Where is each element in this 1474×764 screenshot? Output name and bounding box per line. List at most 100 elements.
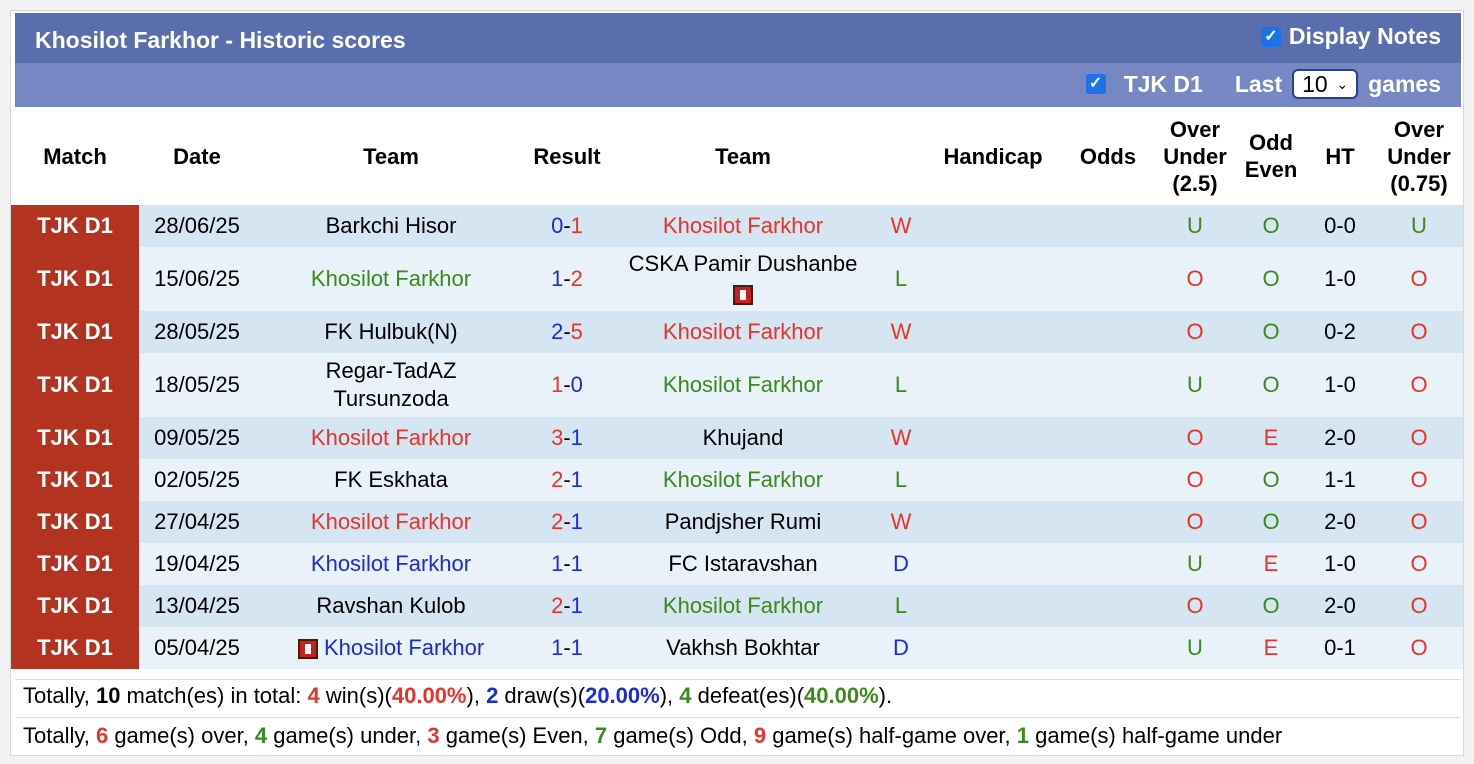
table-row[interactable]: TJK D1 13/04/25 Ravshan Kulob 2-1 Khosilot F… (11, 585, 1463, 627)
odds (1063, 205, 1153, 247)
league-badge[interactable]: TJK D1 (11, 543, 139, 585)
table-row[interactable]: TJK D1 27/04/25 Khosilot Farkhor 2-1 Pandjsh… (11, 501, 1463, 543)
league-badge[interactable]: TJK D1 (11, 205, 139, 247)
match-result[interactable]: 1-1 (527, 543, 607, 585)
summary-text: ), (466, 683, 487, 708)
match-result[interactable]: 2-5 (527, 311, 607, 353)
over-count: 6 (95, 723, 109, 748)
last-label: Last (1234, 70, 1283, 97)
half-game-over-count: 9 (753, 723, 767, 748)
col-match: Match (43, 143, 107, 169)
table-row[interactable]: TJK D1 09/05/25 Khosilot Farkhor 3-1 Khujand… (11, 417, 1463, 459)
home-team[interactable]: FK Hulbuk(N) (324, 319, 457, 344)
table-row[interactable]: TJK D1 28/06/25 Barkchi Hisor 0-1 Khosilot F… (11, 205, 1463, 247)
handicap (923, 459, 1063, 501)
away-score: 0 (570, 372, 583, 397)
league-badge[interactable]: TJK D1 (11, 247, 139, 311)
match-result[interactable]: 2-1 (527, 459, 607, 501)
home-team[interactable]: Khosilot Farkhor (311, 551, 471, 576)
match-date: 28/05/25 (139, 311, 255, 353)
table-row[interactable]: TJK D1 02/05/25 FK Eskhata 2-1 Khosilot Fark… (11, 459, 1463, 501)
league-badge[interactable]: TJK D1 (11, 501, 139, 543)
table-row[interactable]: TJK D1 05/04/25 Khosilot Farkhor 1-1 Vakhsh… (11, 627, 1463, 669)
home-team[interactable]: Khosilot Farkhor (311, 509, 471, 534)
odds (1063, 247, 1153, 311)
away-team-cell: Khosilot Farkhor (607, 205, 879, 247)
over-under: U (1153, 353, 1237, 417)
league-filter-checkbox[interactable]: ✓ (1085, 74, 1106, 94)
half-game-under-count: 1 (1016, 723, 1030, 748)
away-team[interactable]: Khujand (703, 425, 784, 450)
col-date: Date (173, 143, 221, 169)
home-team[interactable]: Khosilot Farkhor (324, 635, 484, 660)
home-team[interactable]: Ravshan Kulob (316, 593, 465, 618)
handicap (923, 205, 1063, 247)
col-over-under: Over Under (2.5) (1163, 116, 1227, 196)
league-badge[interactable]: TJK D1 (11, 585, 139, 627)
display-notes-toggle[interactable]: ✓ Display Notes (1260, 23, 1441, 50)
away-score: 2 (570, 266, 583, 291)
odd-even: O (1237, 205, 1305, 247)
match-result[interactable]: 3-1 (527, 417, 607, 459)
match-result[interactable]: 1-2 (527, 247, 607, 311)
league-badge[interactable]: TJK D1 (11, 353, 139, 417)
table-row[interactable]: TJK D1 19/04/25 Khosilot Farkhor 1-1 FC Ista… (11, 543, 1463, 585)
half-time-score: 1-0 (1305, 247, 1375, 311)
home-team-cell: Khosilot Farkhor (255, 627, 527, 669)
match-result[interactable]: 2-1 (527, 501, 607, 543)
games-count-select[interactable]: 10 ⌄ (1292, 69, 1359, 99)
home-team[interactable]: Khosilot Farkhor (311, 266, 471, 291)
league-badge[interactable]: TJK D1 (11, 627, 139, 669)
match-date: 09/05/25 (139, 417, 255, 459)
home-team[interactable]: Barkchi Hisor (326, 213, 457, 238)
away-team[interactable]: Khosilot Farkhor (663, 372, 823, 397)
away-team[interactable]: Vakhsh Bokhtar (666, 635, 820, 660)
away-score: 1 (570, 593, 583, 618)
col-ht: HT (1325, 143, 1355, 169)
home-team[interactable]: Regar-TadAZ Tursunzoda (326, 358, 457, 411)
summary-text: game(s) Even, (439, 723, 595, 748)
table-row[interactable]: TJK D1 28/05/25 FK Hulbuk(N) 2-5 Khosilot Fa… (11, 311, 1463, 353)
summary-text: Totally, (23, 683, 96, 708)
chevron-down-icon: ⌄ (1336, 75, 1349, 92)
league-badge[interactable]: TJK D1 (11, 311, 139, 353)
away-team[interactable]: FC Istaravshan (668, 551, 817, 576)
match-result[interactable]: 1-0 (527, 353, 607, 417)
match-result[interactable]: 2-1 (527, 585, 607, 627)
historic-scores-panel: Khosilot Farkhor - Historic scores ✓ Dis… (10, 10, 1464, 756)
away-team[interactable]: Khosilot Farkhor (663, 467, 823, 492)
col-over-under-075: Over Under (0.75) (1387, 116, 1451, 196)
scores-table: Match Date Team Result Team Handicap Odd… (11, 107, 1463, 669)
divider (15, 679, 1461, 680)
home-score: 2 (551, 467, 564, 492)
league-badge[interactable]: TJK D1 (11, 417, 139, 459)
away-team[interactable]: Khosilot Farkhor (663, 319, 823, 344)
table-row[interactable]: TJK D1 15/06/25 Khosilot Farkhor 1-2 CSKA Pa… (11, 247, 1463, 311)
summary-text: ), (659, 683, 680, 708)
over-under-075: O (1375, 459, 1463, 501)
display-notes-checkbox[interactable]: ✓ (1260, 26, 1281, 47)
table-row[interactable]: TJK D1 18/05/25 Regar-TadAZ Tursunzoda 1-0 Kh… (11, 353, 1463, 417)
handicap (923, 353, 1063, 417)
panel-header: Khosilot Farkhor - Historic scores ✓ Dis… (15, 13, 1461, 63)
odd-count: 7 (594, 723, 608, 748)
away-team[interactable]: Khosilot Farkhor (663, 213, 823, 238)
home-team[interactable]: FK Eskhata (334, 467, 448, 492)
match-result[interactable]: 0-1 (527, 205, 607, 247)
summary-text: ). (878, 683, 893, 708)
home-team[interactable]: Khosilot Farkhor (311, 425, 471, 450)
league-badge[interactable]: TJK D1 (11, 459, 139, 501)
over-under: O (1153, 311, 1237, 353)
odd-even: O (1237, 247, 1305, 311)
win-loss: W (879, 417, 923, 459)
half-time-score: 0-2 (1305, 311, 1375, 353)
away-team[interactable]: Pandjsher Rumi (665, 509, 822, 534)
away-team[interactable]: Khosilot Farkhor (663, 593, 823, 618)
match-result[interactable]: 1-1 (527, 627, 607, 669)
summary-text: draw(s)( (498, 683, 586, 708)
win-pct: 40.00% (391, 683, 467, 708)
wins-count: 4 (307, 683, 320, 708)
away-team[interactable]: CSKA Pamir Dushanbe (629, 251, 858, 276)
over-under-075: O (1375, 311, 1463, 353)
half-time-score: 2-0 (1305, 585, 1375, 627)
